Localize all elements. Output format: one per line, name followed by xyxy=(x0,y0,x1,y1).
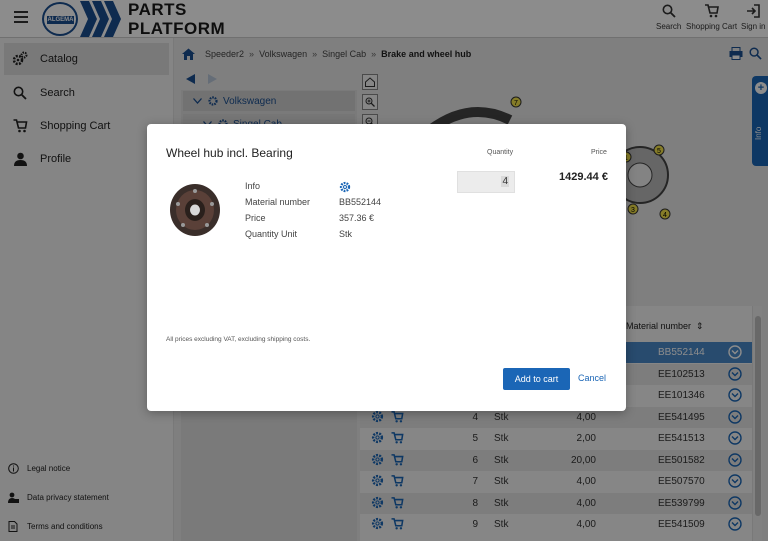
detail-value: BB552144 xyxy=(339,197,382,207)
total-price: 1429.44 € xyxy=(559,171,608,183)
quantity-value: 4 xyxy=(501,176,509,187)
quantity-input[interactable]: 4 xyxy=(457,171,515,193)
detail-key: Quantity Unit xyxy=(245,229,298,239)
detail-key: Info xyxy=(245,181,261,191)
add-to-cart-button[interactable]: Add to cart xyxy=(503,368,570,390)
product-image xyxy=(170,184,220,236)
detail-info-gear-button[interactable] xyxy=(339,181,351,195)
dialog-title: Wheel hub incl. Bearing xyxy=(166,146,293,160)
price-column-label: Price xyxy=(591,149,607,156)
gear-icon xyxy=(339,181,351,193)
detail-value: 357.36 € xyxy=(339,213,375,223)
detail-key: Price xyxy=(245,213,266,223)
price-note: All prices excluding VAT, excluding ship… xyxy=(166,336,311,343)
add-to-cart-dialog: Wheel hub incl. Bearing Quantity Price 4… xyxy=(147,124,626,411)
cancel-button[interactable]: Cancel xyxy=(578,373,606,383)
detail-key: Material number xyxy=(245,197,311,207)
quantity-column-label: Quantity xyxy=(487,149,514,156)
detail-value: Stk xyxy=(339,229,353,239)
